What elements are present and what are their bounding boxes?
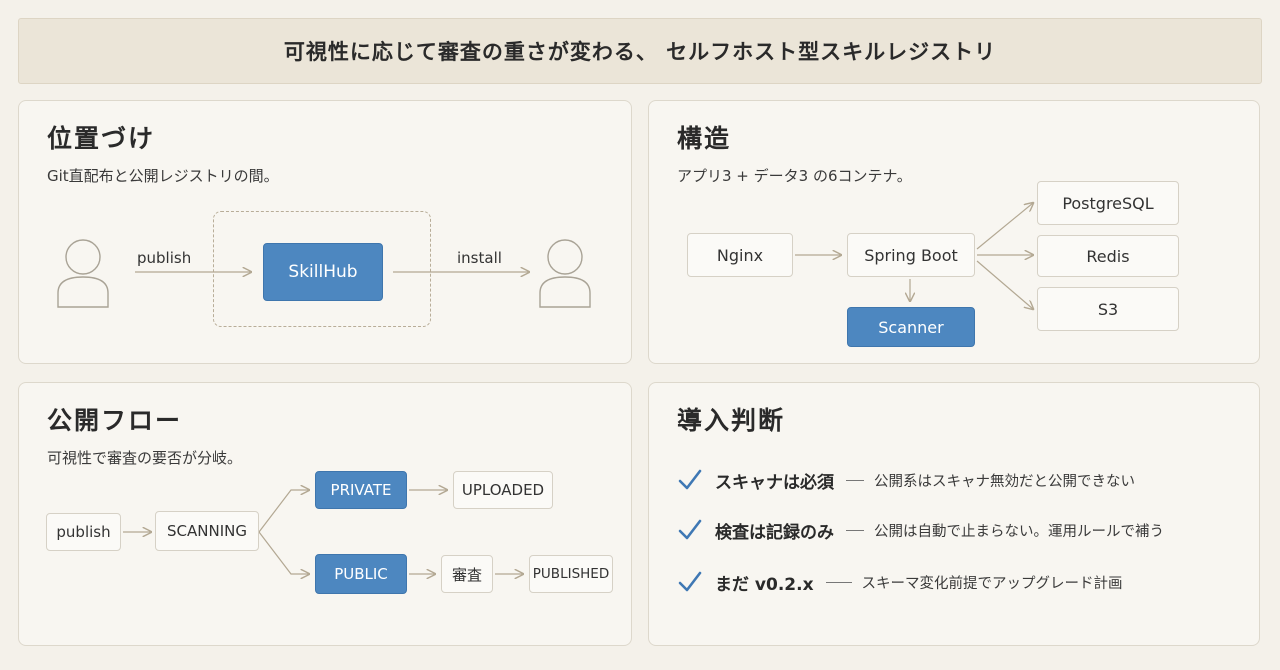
scanner-node: Scanner: [847, 307, 975, 347]
publish-flow-panel: 公開フロー 可視性で審査の要否が分岐。 publish SCANNING PRI…: [18, 382, 632, 646]
nginx-node: Nginx: [687, 233, 793, 277]
decision-item-heading: まだ v0.2.x: [715, 574, 814, 595]
postgresql-node: PostgreSQL: [1037, 181, 1179, 225]
flow-review-node: 審査: [441, 555, 493, 593]
decision-item: まだ v0.2.x スキーマ変化前提でアップグレード計画: [677, 569, 1123, 595]
flow-published-node: PUBLISHED: [529, 555, 613, 593]
decision-title: 導入判断: [677, 406, 786, 435]
decision-item-description: 公開は自動で止まらない。運用ルールで補う: [874, 523, 1164, 540]
flow-private-node: PRIVATE: [315, 471, 407, 509]
positioning-arrows: [135, 101, 633, 365]
decision-item-heading: 検査は記録のみ: [715, 522, 834, 543]
page-title-banner: 可視性に応じて審査の重さが変わる、 セルフホスト型スキルレジストリ: [18, 18, 1262, 84]
s3-node: S3: [1037, 287, 1179, 331]
decision-item-description: スキーマ変化前提でアップグレード計画: [861, 575, 1123, 592]
decision-panel: 導入判断 スキャナは必須 公開系はスキャナ無効だと公開できない 検査は記録のみ …: [648, 382, 1260, 646]
decision-item: スキャナは必須 公開系はスキャナ無効だと公開できない: [677, 467, 1135, 493]
structure-panel: 構造 アプリ3 + データ3 の6コンテナ。 Nginx Spring Boot…: [648, 100, 1260, 364]
positioning-panel: 位置づけ Git直配布と公開レジストリの間。 SkillHub publish …: [18, 100, 632, 364]
decision-item-dash: [846, 479, 864, 481]
spring-boot-node: Spring Boot: [847, 233, 975, 277]
check-icon: [678, 519, 702, 540]
install-edge-label: install: [457, 249, 502, 267]
decision-item-description: 公開系はスキャナ無効だと公開できない: [874, 473, 1135, 490]
page-title: 可視性に応じて審査の重さが変わる、 セルフホスト型スキルレジストリ: [283, 40, 997, 64]
flow-scanning-node: SCANNING: [155, 511, 259, 551]
decision-item-dash: [825, 581, 852, 583]
flow-uploaded-node: UPLOADED: [453, 471, 553, 509]
redis-node: Redis: [1037, 235, 1179, 277]
decision-item-heading: スキャナは必須: [715, 472, 834, 493]
publish-edge-label: publish: [137, 249, 192, 267]
flow-public-node: PUBLIC: [315, 554, 407, 594]
check-icon: [678, 571, 702, 592]
check-icon: [678, 469, 702, 490]
decision-item-dash: [846, 529, 864, 531]
decision-item: 検査は記録のみ 公開は自動で止まらない。運用ルールで補う: [677, 517, 1164, 543]
flow-publish-node: publish: [46, 513, 121, 551]
